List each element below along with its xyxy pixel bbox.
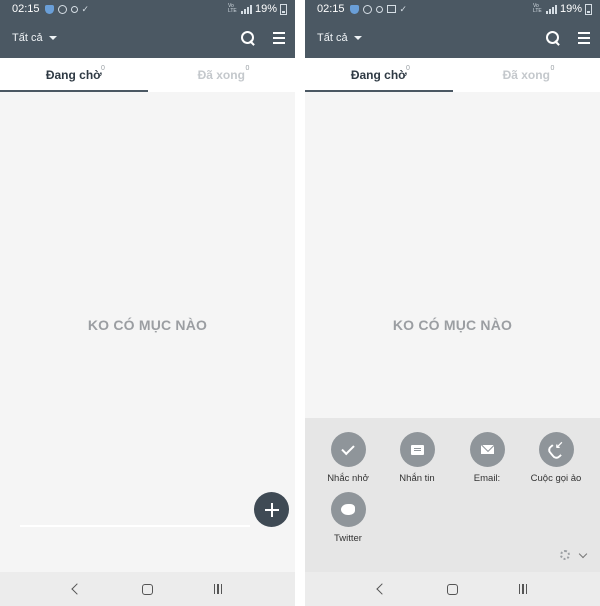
tab-pending-count: 0	[406, 65, 410, 72]
home-icon[interactable]	[446, 583, 458, 595]
quick-action-label: Nhắn tin	[399, 473, 435, 484]
system-nav-bar	[305, 572, 600, 606]
quick-action-reminder[interactable]: Nhắc nhở	[318, 432, 378, 484]
recent-apps-icon[interactable]	[213, 584, 223, 594]
gear-icon[interactable]	[560, 550, 570, 560]
tab-pending-label: Đang chờ	[350, 68, 407, 82]
quick-action-label: Nhắc nhở	[327, 473, 369, 484]
search-icon[interactable]	[546, 31, 560, 45]
tab-done-label: Đã xong	[502, 68, 550, 82]
filter-dropdown[interactable]: Tất cả	[317, 32, 362, 44]
tab-done-count: 0	[550, 65, 555, 72]
screenshot-canvas: 02:15 ✓ Vo LTE 19% Tất cả Đang chờ 0 Đã …	[0, 0, 600, 606]
chevron-down-icon[interactable]	[578, 549, 588, 558]
battery-percent: 19%	[559, 3, 582, 15]
task-list-area: KO CÓ MỤC NÀO	[0, 92, 295, 572]
filter-label: Tất cả	[12, 32, 43, 44]
check-notification-icon: ✓	[81, 3, 90, 14]
shield-icon	[44, 4, 54, 14]
back-icon[interactable]	[70, 583, 83, 595]
status-notification-icons: ✓	[349, 3, 409, 14]
tab-pending[interactable]: Đang chờ 0	[305, 58, 453, 92]
battery-icon	[280, 3, 287, 15]
quick-action-virtual-call[interactable]: Cuộc gọi ảo	[526, 432, 586, 484]
quick-action-email[interactable]: Email:	[457, 432, 517, 484]
quick-action-label: Twitter	[334, 533, 362, 544]
network-type-icon: Vo LTE	[227, 3, 237, 14]
network-type-icon: Vo LTE	[532, 3, 542, 14]
system-nav-bar	[0, 572, 295, 606]
recent-apps-icon[interactable]	[518, 584, 528, 594]
tab-bar: Đang chờ 0 Đã xong 0	[305, 58, 600, 92]
tab-pending-label: Đang chờ	[45, 68, 102, 82]
tab-done-count: 0	[245, 65, 250, 72]
filter-label: Tất cả	[317, 32, 348, 44]
battery-icon	[585, 3, 592, 15]
status-bar: 02:15 ✓ Vo LTE 19%	[0, 0, 295, 18]
panel-tools	[560, 549, 588, 560]
menu-icon[interactable]	[273, 32, 285, 44]
shield-icon	[349, 4, 359, 14]
search-icon[interactable]	[241, 31, 255, 45]
tab-done[interactable]: Đã xong 0	[148, 58, 296, 92]
signal-icon	[545, 4, 557, 14]
email-icon	[469, 432, 505, 467]
divider	[20, 525, 250, 527]
tab-done-label: Đã xong	[197, 68, 245, 82]
sync-icon	[375, 5, 383, 13]
filter-dropdown[interactable]: Tất cả	[12, 32, 57, 44]
tab-pending[interactable]: Đang chờ 0	[0, 58, 148, 92]
image-icon	[386, 5, 396, 13]
menu-icon[interactable]	[578, 32, 590, 44]
missed-call-icon	[538, 432, 574, 467]
phone-screen-left: 02:15 ✓ Vo LTE 19% Tất cả Đang chờ 0 Đã …	[0, 0, 295, 606]
phone-screen-right: 02:15 ✓ Vo LTE 19% Tất cả Đang chờ 0 Đã …	[305, 0, 600, 606]
notification-badge-icon	[57, 4, 67, 14]
caret-down-icon	[353, 36, 362, 40]
quick-action-label: Email:	[473, 473, 501, 484]
tab-bar: Đang chờ 0 Đã xong 0	[0, 58, 295, 92]
twitter-icon	[330, 492, 366, 527]
message-icon	[399, 432, 435, 467]
home-icon[interactable]	[141, 583, 153, 595]
check-icon	[330, 432, 366, 467]
status-bar: 02:15 ✓ Vo LTE 19%	[305, 0, 600, 18]
quick-action-message[interactable]: Nhắn tin	[387, 432, 447, 484]
signal-icon	[240, 4, 252, 14]
app-bar: Tất cả	[305, 18, 600, 58]
empty-state-message: KO CÓ MỤC NÀO	[392, 317, 513, 333]
status-notification-icons: ✓	[44, 3, 91, 14]
add-task-button[interactable]	[254, 492, 289, 527]
quick-add-panel: Nhắc nhở Nhắn tin Email: Cuộc gọi ảo Twi…	[305, 418, 600, 572]
status-time: 02:15	[317, 3, 345, 15]
status-right: Vo LTE 19%	[533, 3, 592, 15]
notification-badge-icon	[362, 4, 372, 14]
status-right: Vo LTE 19%	[228, 3, 287, 15]
battery-percent: 19%	[254, 3, 277, 15]
quick-action-twitter[interactable]: Twitter	[318, 492, 378, 544]
tab-done[interactable]: Đã xong 0	[453, 58, 600, 92]
status-time: 02:15	[12, 3, 40, 15]
sync-icon	[70, 5, 78, 13]
app-bar: Tất cả	[0, 18, 295, 58]
quick-action-label: Cuộc gọi ảo	[530, 473, 582, 484]
back-icon[interactable]	[375, 583, 388, 595]
tab-pending-count: 0	[101, 65, 105, 72]
check-notification-icon: ✓	[399, 3, 408, 14]
app-bar-actions	[546, 31, 590, 45]
caret-down-icon	[48, 36, 57, 40]
empty-state-message: KO CÓ MỤC NÀO	[87, 317, 208, 333]
app-bar-actions	[241, 31, 285, 45]
